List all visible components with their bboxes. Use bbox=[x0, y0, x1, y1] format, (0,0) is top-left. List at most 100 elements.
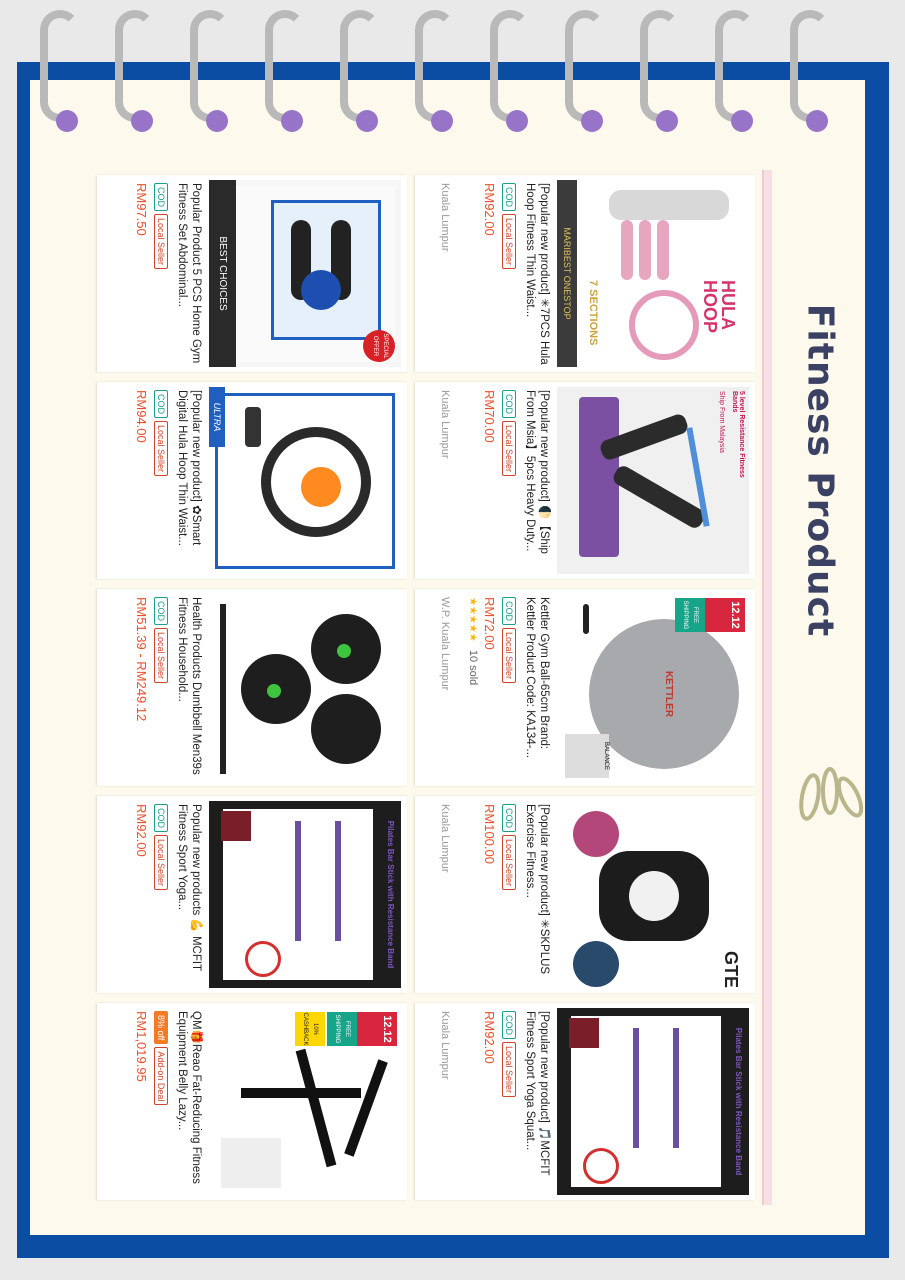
kettler-logo-text: KETTLER bbox=[663, 670, 674, 718]
product-image: Pilates Bar Stick with Resistance Band bbox=[209, 801, 401, 988]
product-image: Pilates Bar Stick with Resistance Band bbox=[557, 1008, 749, 1195]
cod-badge: COD bbox=[154, 597, 168, 625]
product-title: Kettler Gym Ball-65cm Brand: Kettler Pro… bbox=[524, 597, 550, 759]
product-column: 5 level Resistance Fitness Bands Ship Fr… bbox=[90, 382, 755, 579]
product-location: Kuala Lumpur bbox=[439, 1011, 451, 1080]
local-seller-badge: Local Seller bbox=[154, 421, 168, 477]
margin-line bbox=[762, 170, 772, 1205]
pilates-bar-text: Pilates Bar Stick with Resistance Band bbox=[386, 820, 395, 969]
product-price: RM94.00 bbox=[134, 390, 149, 443]
ring-icon bbox=[190, 10, 238, 132]
product-price: RM51.39 - RM249.12 bbox=[134, 597, 149, 722]
product-card[interactable]: 12.12 FREE SHIPPING 10% CASHBACK QM🎁Reao… bbox=[97, 1003, 407, 1200]
product-location: W.P. Kuala Lumpur bbox=[439, 597, 451, 691]
cod-badge: COD bbox=[154, 390, 168, 418]
product-image: 5 level Resistance Fitness Bands Ship Fr… bbox=[557, 387, 749, 574]
product-image: HULA HOOP 7 SECTIONS MARIBEST ONESTOP bbox=[557, 180, 749, 367]
promo-1212-text: 12.12 bbox=[729, 601, 741, 629]
product-location: Kuala Lumpur bbox=[439, 390, 451, 459]
add-on-deal-badge: Add-on Deal bbox=[154, 1047, 168, 1106]
page-title: Fitness Product bbox=[799, 303, 841, 638]
product-card[interactable]: HULA HOOP 7 SECTIONS MARIBEST ONESTOP [P… bbox=[415, 175, 755, 372]
product-image: BEST CHOICES SPECIAL OFFER bbox=[209, 180, 401, 367]
product-title: [Popular new product] ✿Smart Digital Hul… bbox=[176, 390, 202, 546]
product-title: [Popular new product] ✳7PCS Hula Hoop Fi… bbox=[524, 183, 550, 365]
product-image: KETTLER 12.12 FREE SHIPPING BALANCE bbox=[557, 594, 749, 781]
ring-icon bbox=[790, 10, 838, 132]
product-price: RM92.00 bbox=[482, 183, 497, 236]
ring-icon bbox=[715, 10, 763, 132]
product-card[interactable]: BEST CHOICES SPECIAL OFFER Popular Produ… bbox=[97, 175, 407, 372]
product-image bbox=[209, 594, 401, 781]
brand-banner: MARIBEST ONESTOP bbox=[557, 180, 577, 367]
product-title: [Popular new product] 🌓【Ship From Msia】5… bbox=[524, 390, 550, 554]
ship-from-text: Ship From Malaysia bbox=[718, 391, 725, 453]
rating-stars-icon: ★★★★★ bbox=[467, 597, 478, 642]
cod-badge: COD bbox=[502, 390, 516, 418]
local-seller-badge: Local Seller bbox=[502, 421, 516, 477]
product-column: GTE [Popular new product] ✳SKPLUS Exerci… bbox=[90, 796, 755, 993]
product-image: GTE bbox=[557, 801, 749, 988]
product-price: RM1,019.95 bbox=[134, 1011, 149, 1082]
product-title: Popular new products 💪 MCFIT Fitness Spo… bbox=[176, 804, 202, 971]
local-seller-badge: Local Seller bbox=[154, 628, 168, 684]
local-seller-badge: Local Seller bbox=[502, 214, 516, 270]
local-seller-badge: Local Seller bbox=[502, 1042, 516, 1098]
sold-count: 10 sold bbox=[467, 649, 479, 686]
cashback-badge: 10% CASHBACK bbox=[295, 1012, 325, 1046]
sections-text: 7 SECTIONS bbox=[587, 280, 599, 346]
product-price: RM100.00 bbox=[482, 804, 497, 864]
product-image: 12.12 FREE SHIPPING 10% CASHBACK bbox=[209, 1008, 401, 1195]
product-card[interactable]: Pilates Bar Stick with Resistance Band P… bbox=[97, 796, 407, 993]
cod-badge: COD bbox=[154, 183, 168, 211]
free-shipping-text: FREE SHIPPING bbox=[327, 1012, 357, 1046]
local-seller-badge: Local Seller bbox=[502, 835, 516, 891]
product-card[interactable]: Pilates Bar Stick with Resistance Band [… bbox=[415, 1003, 755, 1200]
resistance-band-text: 5 level Resistance Fitness Bands bbox=[731, 391, 745, 478]
product-card[interactable]: Health Products Dumbbell Men39s Fitness … bbox=[97, 589, 407, 786]
spiral-binding bbox=[40, 10, 860, 150]
product-card[interactable]: KETTLER 12.12 FREE SHIPPING BALANCE Kett… bbox=[415, 589, 755, 786]
ring-icon bbox=[490, 10, 538, 132]
product-card[interactable]: 5 level Resistance Fitness Bands Ship Fr… bbox=[415, 382, 755, 579]
cod-badge: COD bbox=[502, 804, 516, 832]
hula-hoop-text: HULA HOOP bbox=[700, 280, 738, 334]
product-title: QM🎁Reao Fat-Reducing Fitness Equipment B… bbox=[176, 1011, 202, 1184]
ring-icon bbox=[640, 10, 688, 132]
ring-icon bbox=[40, 10, 88, 132]
promo-1212-text: 12.12 bbox=[381, 1015, 393, 1043]
heading-area: Fitness Product bbox=[790, 160, 850, 760]
product-title: [Popular new product] ✳SKPLUS Exercise F… bbox=[524, 804, 550, 975]
cod-badge: COD bbox=[502, 597, 516, 625]
cod-badge: COD bbox=[154, 804, 168, 832]
product-column: KETTLER 12.12 FREE SHIPPING BALANCE Kett… bbox=[90, 589, 755, 786]
product-title: Popular Product 5 PCS Home Gym Fitness S… bbox=[176, 183, 202, 364]
best-choices-text: BEST CHOICES bbox=[209, 180, 236, 367]
product-price: RM92.00 bbox=[482, 1011, 497, 1064]
cod-badge: COD bbox=[502, 183, 516, 211]
product-card[interactable]: GTE [Popular new product] ✳SKPLUS Exerci… bbox=[415, 796, 755, 993]
product-price: RM70.00 bbox=[482, 390, 497, 443]
ultra-text: ULTRA bbox=[209, 387, 225, 447]
product-location: Kuala Lumpur bbox=[439, 804, 451, 873]
balance-box-text: BALANCE bbox=[565, 734, 609, 778]
ring-icon bbox=[415, 10, 463, 132]
pilates-bar-text: Pilates Bar Stick with Resistance Band bbox=[734, 1027, 743, 1176]
free-shipping-text: FREE SHIPPING bbox=[675, 598, 705, 632]
sparkle-decoration-icon bbox=[799, 767, 864, 821]
product-price: RM72.00 bbox=[482, 597, 497, 650]
local-seller-badge: Local Seller bbox=[502, 628, 516, 684]
product-price: RM97.50 bbox=[134, 183, 149, 236]
product-location: Kuala Lumpur bbox=[439, 183, 451, 252]
product-column: Pilates Bar Stick with Resistance Band [… bbox=[90, 1003, 755, 1200]
ring-icon bbox=[265, 10, 313, 132]
special-offer-badge: SPECIAL OFFER bbox=[363, 330, 395, 362]
cod-badge: COD bbox=[502, 1011, 516, 1039]
product-title: Health Products Dumbbell Men39s Fitness … bbox=[176, 597, 202, 775]
discount-badge: 8% off bbox=[154, 1011, 168, 1045]
product-image: ULTRA bbox=[209, 387, 401, 574]
product-title: [Popular new product] 🎵MCFIT Fitness Spo… bbox=[524, 1011, 550, 1176]
ring-icon bbox=[340, 10, 388, 132]
product-card[interactable]: ULTRA [Popular new product] ✿Smart Digit… bbox=[97, 382, 407, 579]
product-column: HULA HOOP 7 SECTIONS MARIBEST ONESTOP [P… bbox=[90, 175, 755, 372]
